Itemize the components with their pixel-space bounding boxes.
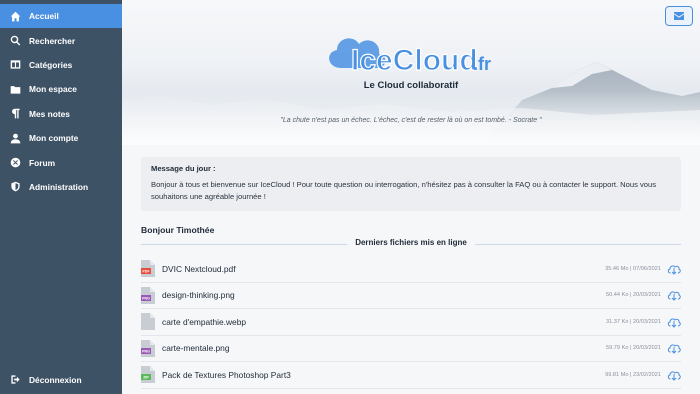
message-of-the-day: Message du jour : Bonjour à tous et bien… [141, 157, 681, 211]
sidebar-item-label: Administration [29, 181, 89, 192]
file-type-icon: ZIP [141, 366, 155, 384]
files-heading: Derniers fichiers mis en ligne [347, 238, 475, 247]
recent-files-list: PDF DVIC Nextcloud.pdf 35.46 Mo | 07/06/20… [141, 256, 681, 389]
sidebar-item-categories[interactable]: Catégories [0, 53, 122, 77]
sidebar-item-label: Mon compte [29, 133, 79, 144]
file-type-label: ZIP [143, 376, 149, 380]
file-type-icon [141, 313, 155, 331]
sidebar-item-forum[interactable]: Forum [0, 150, 122, 174]
files-heading-divider: Derniers fichiers mis en ligne [141, 238, 681, 250]
main-content: IceCloud .fr Le Cloud collaboratif "La c… [122, 0, 700, 394]
file-name[interactable]: Pack de Textures Photoshop Part3 [162, 370, 605, 380]
home-icon [8, 9, 22, 23]
cloud-download-icon [667, 318, 681, 328]
sidebar-nav: Accueil Rechercher Catégories Mon espace… [0, 0, 122, 199]
sidebar-item-label: Forum [29, 157, 56, 168]
file-date: 20/03/2021 [633, 318, 661, 325]
file-row[interactable]: PNG design-thinking.png 50.44 Ko | 20/03/2… [141, 283, 681, 309]
mail-button[interactable] [665, 6, 693, 26]
file-row[interactable]: PNG carte-mentale.png 59.79 Ko | 20/03/202… [141, 336, 681, 362]
sidebar-item-label: Rechercher [29, 35, 76, 46]
file-meta: 99.81 Mo | 23/02/2021 [605, 371, 661, 378]
shield-icon [8, 180, 22, 194]
file-type-icon: PNG [141, 286, 155, 304]
file-date: 07/06/2021 [633, 265, 661, 272]
file-meta: 35.46 Mo | 07/06/2021 [605, 265, 661, 272]
logo-tld: .fr [473, 54, 491, 74]
file-name[interactable]: design-thinking.png [162, 290, 606, 300]
sidebar-item-administration[interactable]: Administration [0, 175, 122, 199]
logout-label: Déconnexion [29, 374, 82, 385]
download-button[interactable] [667, 369, 681, 381]
file-size: 31.37 Ko [606, 318, 629, 325]
motd-title: Message du jour : [151, 164, 216, 173]
file-date: 20/03/2021 [633, 292, 661, 299]
file-name[interactable]: carte-mentale.png [162, 343, 606, 353]
file-type-label: PDF [142, 270, 150, 274]
sidebar-item-label: Mon espace [29, 84, 77, 95]
file-type-icon: PDF [141, 260, 155, 278]
file-meta: 31.37 Ko | 20/03/2021 [606, 318, 661, 325]
columns-icon [8, 58, 22, 72]
user-icon [8, 131, 22, 145]
motd-text: Bonjour à tous et bienvenue sur IceCloud… [151, 180, 657, 201]
paragraph-icon [8, 107, 22, 121]
download-button[interactable] [667, 263, 681, 275]
greeting: Bonjour Timothée [141, 225, 215, 235]
hero-banner: IceCloud .fr Le Cloud collaboratif "La c… [122, 0, 700, 145]
sidebar-item-accueil[interactable]: Accueil [0, 4, 122, 29]
file-row[interactable]: carte d'empathie.webp 31.37 Ko | 20/03/20… [141, 309, 681, 336]
sidebar-item-mes-notes[interactable]: Mes notes [0, 102, 122, 126]
file-type-icon: PNG [141, 339, 155, 357]
search-icon [8, 34, 22, 48]
file-type-label: PNG [142, 349, 150, 353]
file-size: 59.79 Ko [606, 345, 629, 352]
download-button[interactable] [667, 316, 681, 328]
sidebar-item-label: Catégories [29, 59, 73, 70]
file-meta: 59.79 Ko | 20/03/2021 [606, 345, 661, 352]
file-name[interactable]: DVIC Nextcloud.pdf [162, 264, 605, 274]
download-button[interactable] [667, 289, 681, 301]
file-date: 20/03/2021 [633, 345, 661, 352]
icecloud-logo: IceCloud .fr [122, 30, 700, 85]
logout-button[interactable]: Déconnexion [0, 368, 122, 392]
envelope-icon [674, 12, 684, 20]
sidebar-item-label: Mes notes [29, 108, 70, 119]
sidebar-item-rechercher[interactable]: Rechercher [0, 28, 122, 52]
cloud-download-icon [667, 265, 681, 275]
cloud-download-icon [667, 371, 681, 381]
file-size: 35.46 Mo [605, 265, 629, 272]
file-row[interactable]: ZIP Pack de Textures Photoshop Part3 99.81… [141, 362, 681, 389]
quote: "La chute n'est pas un échec. L'échec, c… [280, 117, 542, 124]
sidebar-item-label: Accueil [29, 11, 59, 22]
cloud-download-icon [667, 291, 681, 301]
cloud-download-icon [667, 344, 681, 354]
folder-icon [8, 82, 22, 96]
sidebar-item-mon-compte[interactable]: Mon compte [0, 126, 122, 150]
logo-text: IceCloud [351, 44, 478, 77]
file-date: 23/02/2021 [633, 371, 661, 378]
download-button[interactable] [667, 342, 681, 354]
sign-out-icon [8, 373, 22, 387]
sidebar: Accueil Rechercher Catégories Mon espace… [0, 0, 122, 394]
file-size: 99.81 Mo [605, 371, 629, 378]
file-size: 50.44 Ko [606, 292, 629, 299]
file-row[interactable]: PDF DVIC Nextcloud.pdf 35.46 Mo | 07/06/20… [141, 256, 681, 283]
sidebar-item-mon-espace[interactable]: Mon espace [0, 77, 122, 101]
file-type-label: PNG [142, 296, 150, 300]
compass-icon [8, 156, 22, 170]
tagline: Le Cloud collaboratif [363, 80, 459, 91]
file-meta: 50.44 Ko | 20/03/2021 [606, 292, 661, 299]
file-name[interactable]: carte d'empathie.webp [162, 317, 606, 327]
